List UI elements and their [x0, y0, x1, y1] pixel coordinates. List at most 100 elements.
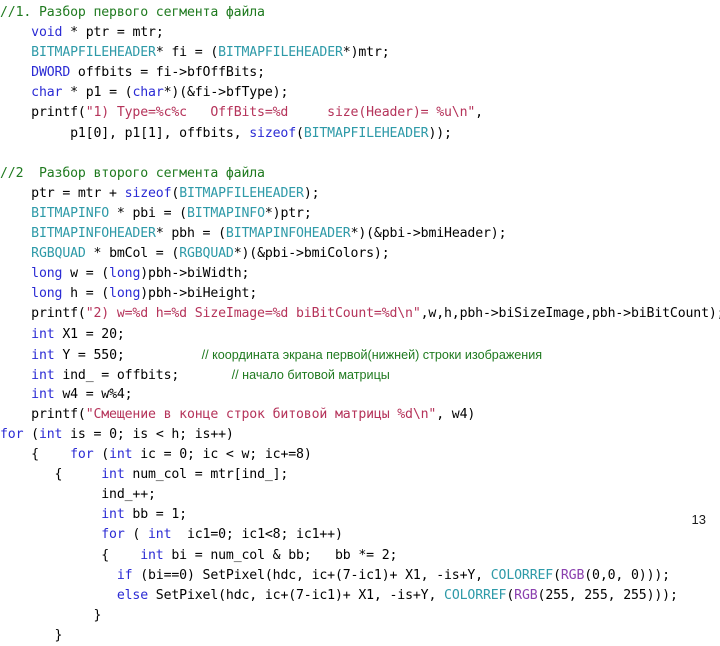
code-token-plain: (255, 255, 255)));	[537, 587, 678, 603]
code-line: char * p1 = (char*)(&fi->bfType);	[0, 83, 720, 103]
code-line: if (bi==0) SetPixel(hdc, ic+(7-ic1)+ X1,…	[0, 566, 720, 586]
code-line: int bb = 1;	[0, 505, 720, 525]
code-line: for (int is = 0; is < h; is++)	[0, 425, 720, 445]
code-line: int ind_ = offbits; // начало битовой ма…	[0, 365, 720, 385]
code-token-mac: RGB	[560, 567, 585, 583]
code-token-str: "2) w=%d h=%d SizeImage=%d biBitCount=%d…	[85, 306, 421, 322]
code-token-kw: int	[31, 326, 55, 342]
code-token-plain: *)(&pbi->bmiColors);	[233, 246, 390, 262]
code-line: p1[0], p1[1], offbits, sizeof(BITMAPFILE…	[0, 124, 720, 144]
code-line: long h = (long)pbh->biHeight;	[0, 284, 720, 304]
code-token-plain: * pbi = (	[109, 205, 187, 221]
code-token-plain: (	[124, 527, 149, 543]
code-token-plain: {	[0, 467, 102, 483]
code-token-plain: *)ptr;	[264, 205, 312, 221]
code-token-kw: int	[101, 467, 125, 483]
code-line: }	[0, 626, 720, 646]
code-token-plain: *)(&fi->bfType);	[163, 85, 289, 101]
code-slide: //1. Разбор первого сегмента файла void …	[0, 0, 720, 643]
code-token-plain: ic1=0; ic1<8; ic1++)	[171, 527, 343, 543]
code-token-typ: RGBQUAD	[179, 246, 234, 262]
code-token-kw: for	[0, 426, 24, 442]
code-token-typ: RGBQUAD	[31, 246, 86, 262]
code-token-plain: (	[553, 567, 561, 583]
code-line: BITMAPINFOHEADER* pbh = (BITMAPINFOHEADE…	[0, 224, 720, 244]
code-token-kw: for	[70, 447, 94, 463]
code-token-plain: X1 = 20;	[54, 326, 125, 342]
code-token-typ: BITMAPINFOHEADER	[225, 226, 351, 242]
code-token-plain: , w4)	[436, 406, 476, 422]
code-token-typ: COLORREF	[490, 567, 554, 583]
code-line: //2 Разбор второго сегмента файла	[0, 164, 720, 184]
code-token-kw: char	[31, 85, 63, 101]
code-token-plain: * ptr = mtr;	[62, 25, 164, 41]
code-line: ind_++;	[0, 485, 720, 505]
code-line: { int bi = num_col & bb; bb *= 2;	[0, 546, 720, 566]
code-line: printf("Смещение в конце строк битовой м…	[0, 405, 720, 425]
code-token-kw: for	[101, 527, 125, 543]
code-token-typ: COLORREF	[444, 587, 507, 603]
code-token-plain: )pbh->biHeight;	[140, 286, 258, 302]
code-token-kw: long	[109, 266, 141, 282]
code-token-plain: bb = 1;	[124, 507, 187, 523]
code-line: DWORD offbits = fi->bfOffBits;	[0, 63, 720, 83]
code-token-plain: num_col = mtr[ind_];	[124, 467, 289, 483]
code-token-plain: printf(	[0, 306, 86, 322]
code-token-plain: * fi = (	[155, 45, 219, 61]
code-token-plain: is = 0; is < h; is++)	[62, 426, 234, 442]
code-token-typ: BITMAPINFOHEADER	[31, 226, 156, 242]
code-token-plain: ));	[428, 125, 452, 141]
code-line: int X1 = 20;	[0, 325, 720, 345]
code-line: BITMAPFILEHEADER* fi = (BITMAPFILEHEADER…	[0, 43, 720, 63]
code-token-cmt: //2 Разбор второго сегмента файла	[0, 165, 265, 181]
code-token-cmtprop: // координата экрана первой(нижней) стро…	[124, 347, 543, 362]
code-token-typ: BITMAPFILEHEADER	[218, 45, 343, 61]
code-line: void * ptr = mtr;	[0, 23, 720, 43]
code-token-plain: printf(	[0, 105, 86, 121]
code-block: //1. Разбор первого сегмента файла void …	[0, 0, 720, 646]
code-token-kw: void	[31, 25, 63, 41]
code-line: BITMAPINFO * pbi = (BITMAPINFO*)ptr;	[0, 204, 720, 224]
code-token-plain: Y = 550;	[54, 347, 125, 363]
code-token-kw: long	[109, 286, 141, 302]
code-line: long w = (long)pbh->biWidth;	[0, 264, 720, 284]
code-token-kw: else	[116, 587, 149, 603]
code-line: printf("2) w=%d h=%d SizeImage=%d biBitC…	[0, 304, 720, 324]
code-token-kw: int	[31, 367, 55, 383]
code-token-kw: int	[101, 507, 125, 523]
code-token-plain: {	[0, 547, 141, 563]
code-line: for ( int ic1=0; ic1<8; ic1++)	[0, 525, 720, 545]
code-token-plain: (	[506, 587, 515, 603]
code-token-plain: (	[93, 447, 110, 463]
code-token-plain: * p1 = (	[62, 85, 133, 101]
code-token-typ: BITMAPINFO	[31, 205, 110, 221]
code-token-plain: }	[0, 627, 63, 643]
code-token-plain: )pbh->biWidth;	[140, 266, 250, 282]
code-token-plain: (0,0, 0)));	[584, 567, 670, 583]
code-token-plain: (	[296, 125, 304, 141]
code-line: int w4 = w%4;	[0, 385, 720, 405]
code-token-kw: long	[31, 266, 63, 282]
code-token-plain: }	[0, 607, 102, 623]
code-token-kw: int	[140, 547, 164, 563]
code-token-plain: *)mtr;	[342, 45, 390, 61]
code-token-plain: SetPixel(hdc, ic+(7-ic1)+ X1, -is+Y,	[148, 587, 445, 603]
code-token-plain: {	[0, 447, 71, 463]
code-token-plain: h = (	[62, 286, 110, 302]
code-token-kw: int	[38, 426, 63, 442]
code-line: int Y = 550; // координата экрана первой…	[0, 345, 720, 365]
code-token-kw: char	[132, 85, 164, 101]
code-token-kw: long	[31, 286, 63, 302]
